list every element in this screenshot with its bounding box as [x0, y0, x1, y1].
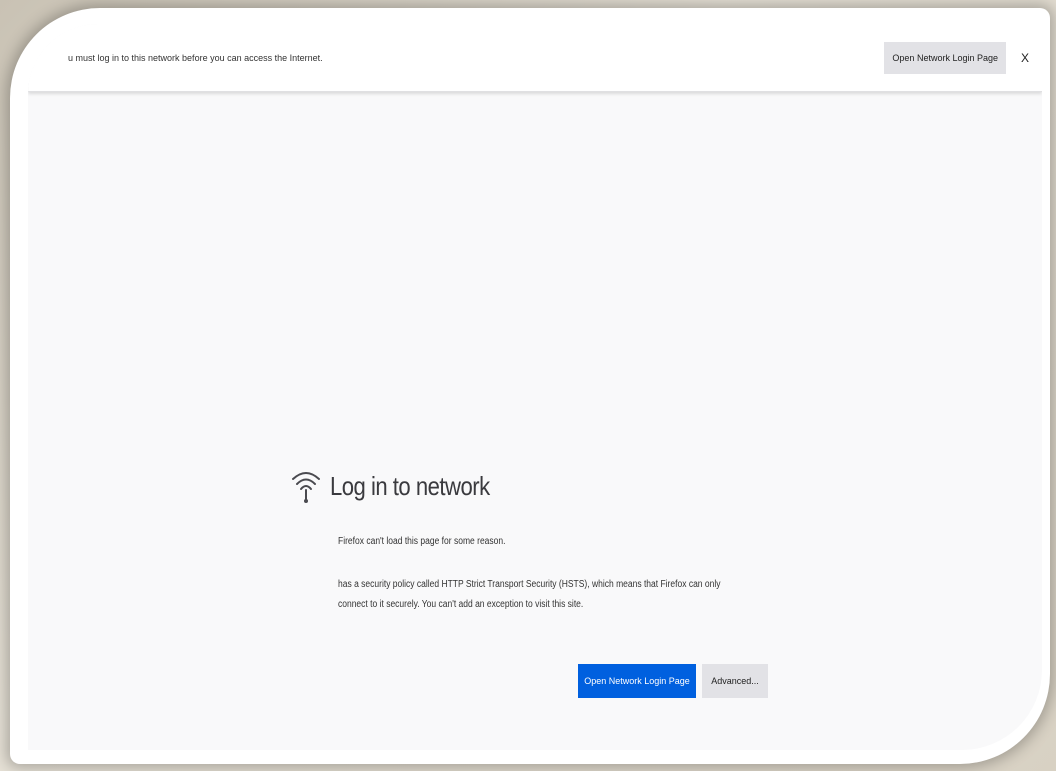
browser-frame: u must log in to this network before you…	[10, 8, 1050, 764]
error-buttons: Open Network Login Page Advanced...	[578, 664, 768, 698]
advanced-button[interactable]: Advanced...	[702, 664, 768, 698]
error-description: Firefox can't load this page for some re…	[338, 536, 506, 547]
open-network-login-page-button[interactable]: Open Network Login Page	[578, 664, 696, 698]
error-detail: has a security policy called HTTP Strict…	[338, 579, 721, 610]
wifi-icon	[290, 466, 322, 506]
close-notification-button[interactable]: X	[1018, 51, 1032, 65]
notification-message: u must log in to this network before you…	[68, 52, 323, 63]
error-title: Log in to network	[330, 470, 490, 501]
open-login-page-notification-button[interactable]: Open Network Login Page	[884, 41, 1006, 74]
captive-portal-notification-bar: u must log in to this network before you…	[28, 24, 1042, 92]
error-title-row: Log in to network	[290, 464, 770, 508]
error-container: Log in to network Firefox can't load thi…	[290, 464, 770, 698]
browser-content: u must log in to this network before you…	[28, 24, 1042, 750]
